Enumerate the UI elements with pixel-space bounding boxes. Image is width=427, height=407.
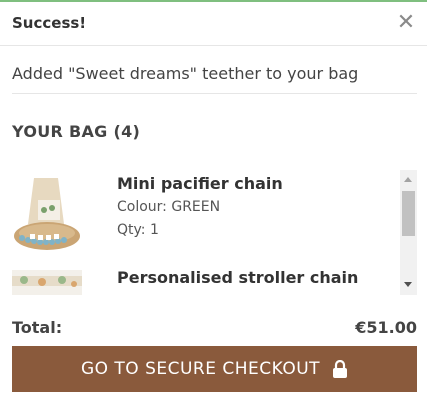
checkout-label: GO TO SECURE CHECKOUT xyxy=(80,359,321,379)
scroll-up-icon[interactable] xyxy=(404,177,412,182)
scroll-down-icon[interactable] xyxy=(404,282,412,287)
close-icon[interactable]: ✕ xyxy=(395,9,417,35)
bag-title: YOUR BAG (4) xyxy=(12,122,141,141)
bag-items-scrollbar[interactable] xyxy=(400,170,417,295)
divider xyxy=(12,93,417,94)
item-quantity: Qty: 1 xyxy=(117,222,159,238)
item-colour: Colour: GREEN xyxy=(117,199,221,215)
notification-header: Success! ✕ xyxy=(0,2,427,46)
item-name[interactable]: Personalised stroller chain xyxy=(117,268,358,287)
notification-title: Success! xyxy=(12,14,87,32)
item-name[interactable]: Mini pacifier chain xyxy=(117,174,283,193)
secure-checkout-button[interactable]: GO TO SECURE CHECKOUT xyxy=(12,346,417,392)
lock-icon xyxy=(333,360,348,378)
added-to-bag-message: Added "Sweet dreams" teether to your bag xyxy=(12,64,359,83)
total-label: Total: xyxy=(12,318,63,337)
product-image xyxy=(12,270,82,295)
product-image xyxy=(12,174,82,258)
bag-total: Total: €51.00 xyxy=(12,318,417,338)
bag-items-list[interactable]: Mini pacifier chain Colour: GREEN Qty: 1… xyxy=(10,170,417,295)
total-value: €51.00 xyxy=(355,318,417,337)
scrollbar-thumb[interactable] xyxy=(402,191,415,236)
